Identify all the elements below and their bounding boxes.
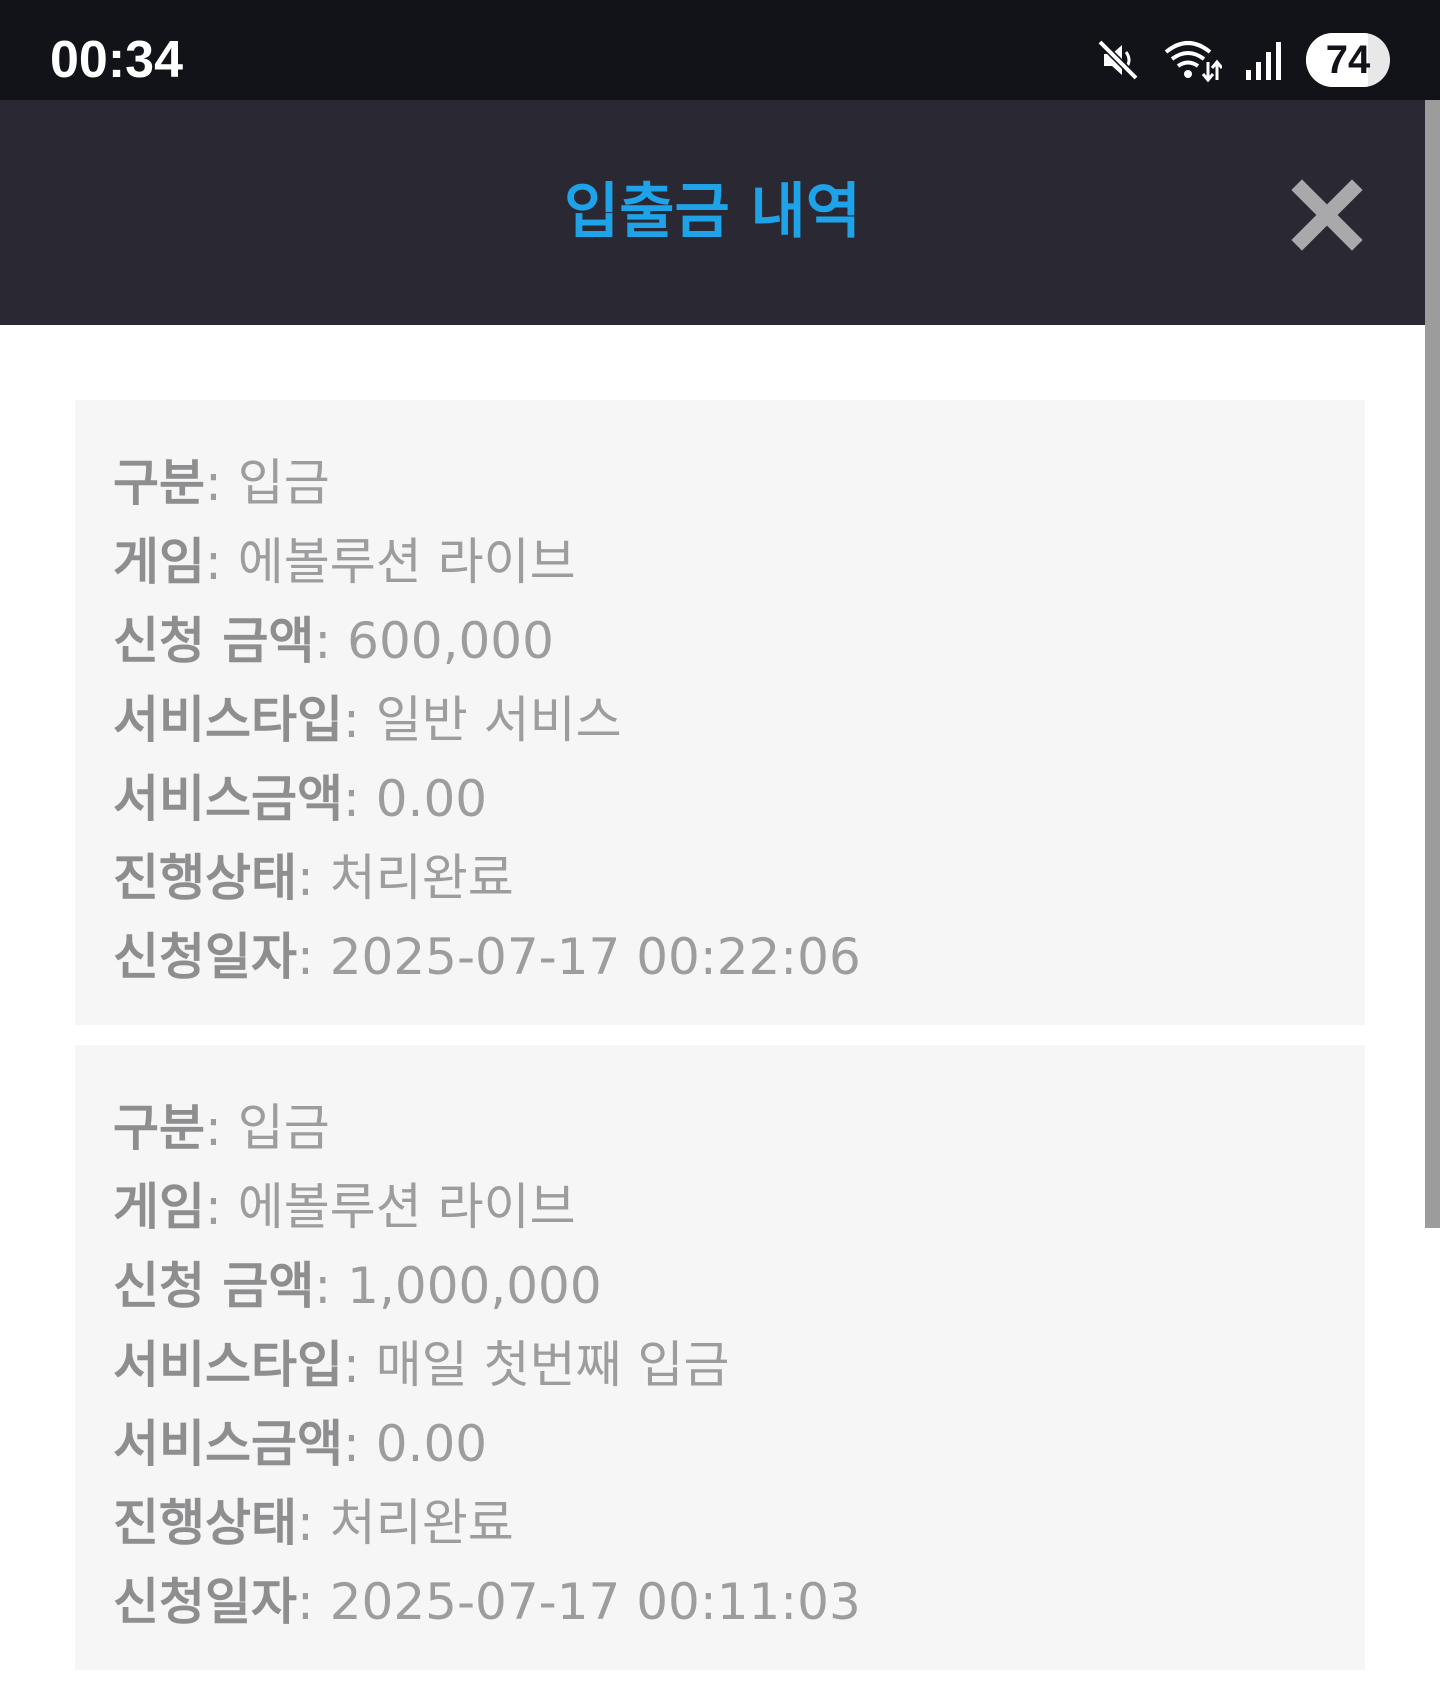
record-category-row: 구분: 입금: [113, 1099, 330, 1157]
record-service-amount-label: 서비스금액: [113, 770, 343, 828]
record-date-value: 2025-07-17 00:22:06: [329, 928, 861, 986]
record-date-row: 신청일자: 2025-07-17 00:22:06: [113, 928, 861, 986]
status-icons: 74: [1096, 30, 1390, 90]
signal-icon: [1244, 38, 1284, 82]
record-category-value: 입금: [237, 454, 330, 512]
record-service-amount-label: 서비스금액: [113, 1415, 343, 1473]
record-service-amount-row: 서비스금액: 0.00: [113, 1415, 488, 1473]
record-status-row: 진행상태: 처리완료: [113, 849, 514, 907]
record-amount-label: 신청 금액: [113, 1257, 315, 1315]
record-category-label: 구분: [113, 1099, 205, 1157]
status-bar: 00:34 74: [0, 0, 1440, 100]
record-game-label: 게임: [113, 1178, 205, 1236]
wifi-icon: [1162, 36, 1222, 84]
battery-level: 74: [1325, 38, 1371, 82]
transaction-list[interactable]: 구분: 입금 게임: 에볼루션 라이브 신청 금액: 600,000 서비스타입…: [75, 400, 1365, 1690]
record-amount-value: 1,000,000: [347, 1257, 602, 1315]
record-status-label: 진행상태: [113, 1494, 297, 1552]
status-time: 00:34: [50, 31, 183, 89]
record-service-type-value: 일반 서비스: [375, 691, 622, 749]
transaction-record: 구분: 입금 게임: 에볼루션 라이브 신청 금액: 1,000,000 서비스…: [75, 1045, 1365, 1670]
record-game-row: 게임: 에볼루션 라이브: [113, 533, 576, 591]
scrollbar-thumb[interactable]: [1425, 100, 1440, 1228]
record-date-value: 2025-07-17 00:11:03: [329, 1573, 861, 1631]
record-category-row: 구분: 입금: [113, 454, 330, 512]
mute-icon: [1096, 38, 1140, 82]
record-status-row: 진행상태: 처리완료: [113, 1494, 514, 1552]
record-game-value: 에볼루션 라이브: [237, 1178, 576, 1236]
record-service-type-row: 서비스타입: 매일 첫번째 입금: [113, 1336, 730, 1394]
record-amount-value: 600,000: [347, 612, 554, 670]
record-category-label: 구분: [113, 454, 205, 512]
record-service-amount-row: 서비스금액: 0.00: [113, 770, 488, 828]
record-amount-row: 신청 금액: 1,000,000: [113, 1257, 602, 1315]
record-date-label: 신청일자: [113, 928, 297, 986]
modal-title: 입출금 내역: [564, 177, 861, 247]
record-game-value: 에볼루션 라이브: [237, 533, 576, 591]
record-service-amount-value: 0.00: [375, 770, 488, 828]
modal-header: 입출금 내역: [0, 100, 1425, 325]
record-date-row: 신청일자: 2025-07-17 00:11:03: [113, 1573, 861, 1631]
record-status-value: 처리완료: [329, 1494, 514, 1552]
record-status-value: 처리완료: [329, 849, 514, 907]
record-game-row: 게임: 에볼루션 라이브: [113, 1178, 576, 1236]
record-service-amount-value: 0.00: [375, 1415, 488, 1473]
record-service-type-value: 매일 첫번째 입금: [375, 1336, 730, 1394]
record-service-type-label: 서비스타입: [113, 1336, 343, 1394]
record-amount-label: 신청 금액: [113, 612, 315, 670]
record-service-type-row: 서비스타입: 일반 서비스: [113, 691, 622, 749]
record-status-label: 진행상태: [113, 849, 297, 907]
close-button[interactable]: [1290, 178, 1364, 252]
record-date-label: 신청일자: [113, 1573, 297, 1631]
record-amount-row: 신청 금액: 600,000: [113, 612, 554, 670]
record-service-type-label: 서비스타입: [113, 691, 343, 749]
record-game-label: 게임: [113, 533, 205, 591]
record-category-value: 입금: [237, 1099, 330, 1157]
transaction-record: 구분: 입금 게임: 에볼루션 라이브 신청 금액: 600,000 서비스타입…: [75, 400, 1365, 1025]
close-icon: [1291, 179, 1363, 251]
battery-icon: 74: [1306, 33, 1390, 87]
